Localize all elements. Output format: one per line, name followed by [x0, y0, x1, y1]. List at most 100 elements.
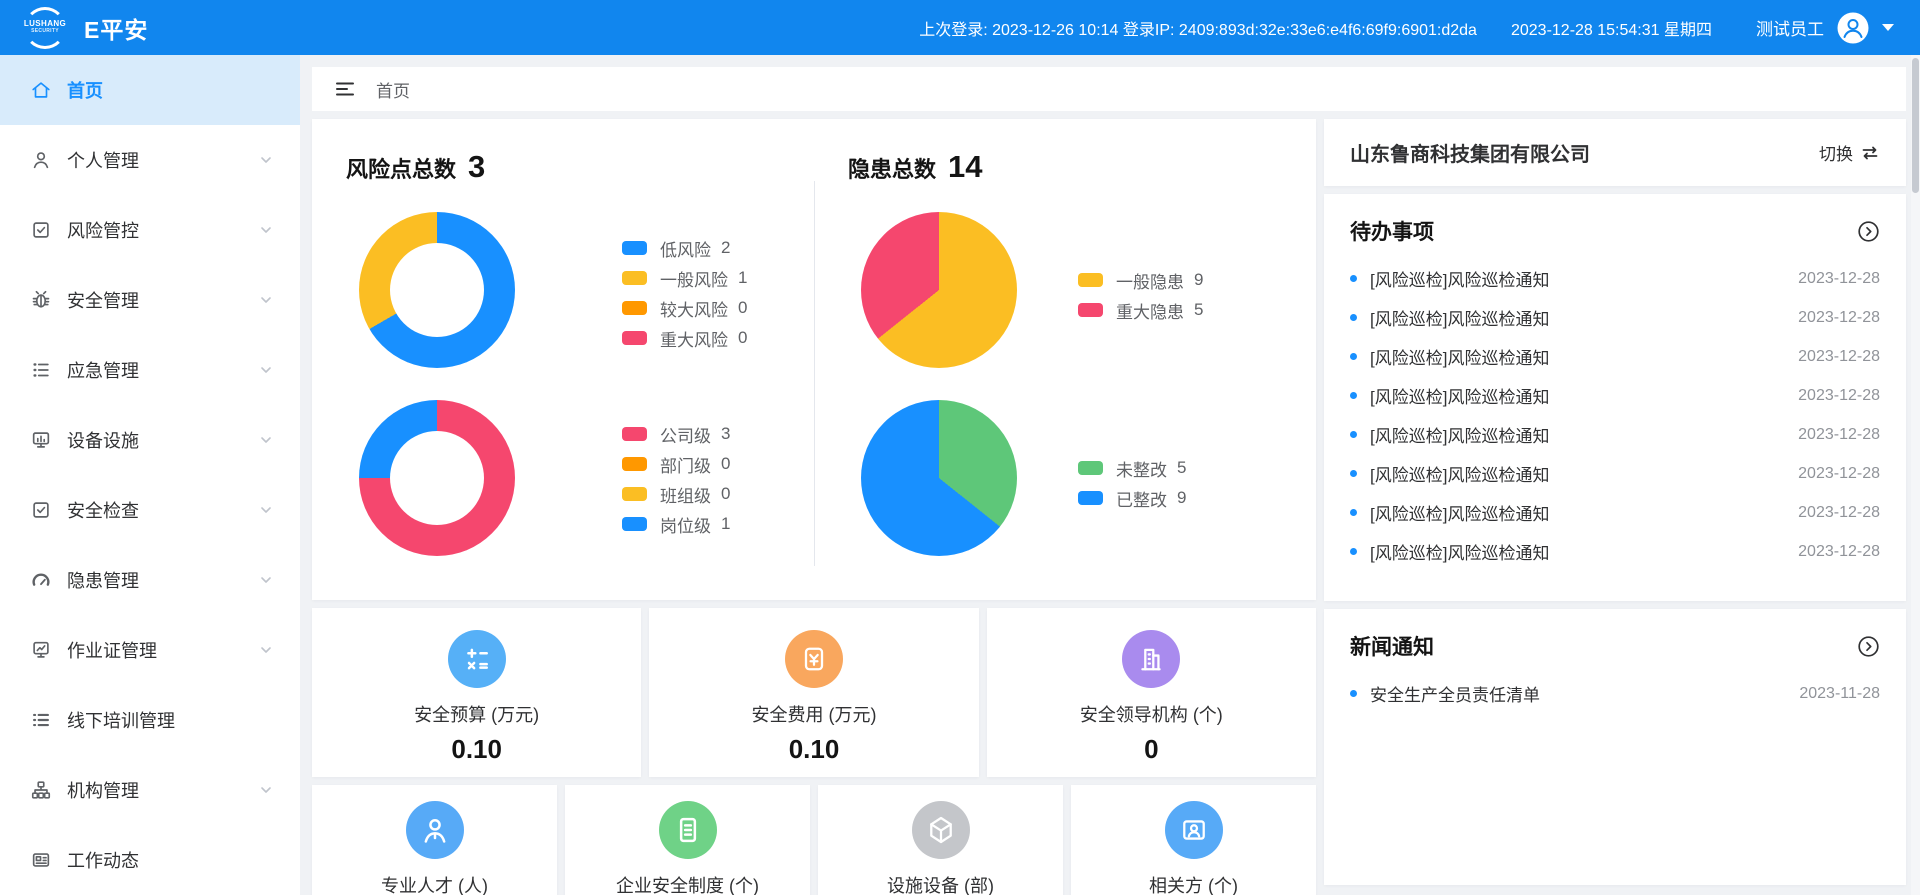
logo-line2: SECURITY	[31, 29, 59, 35]
legend-item[interactable]: 已整改9	[1078, 483, 1186, 513]
stat-label: 安全预算 (万元)	[312, 701, 641, 727]
legend-value: 1	[721, 514, 730, 534]
todo-item[interactable]: [风险巡检]风险巡检通知2023-12-28	[1350, 259, 1880, 298]
legend-item[interactable]: 班组级0	[622, 479, 730, 509]
legend-label: 已整改	[1116, 486, 1167, 511]
item-text: [风险巡检]风险巡检通知	[1370, 422, 1788, 447]
news-item[interactable]: 安全生产全员责任清单2023-11-28	[1350, 674, 1880, 713]
todo-item[interactable]: [风险巡检]风险巡检通知2023-12-28	[1350, 454, 1880, 493]
legend-item[interactable]: 低风险2	[622, 233, 747, 263]
todo-item[interactable]: [风险巡检]风险巡检通知2023-12-28	[1350, 337, 1880, 376]
risk-charts-panel: 风险点总数3 低风险2一般风险1较大风险0重大风险0 公司级3部门级0班组级0岗…	[312, 119, 814, 600]
app-root: LUSHANG SECURITY E平安 上次登录: 2023-12-26 10…	[0, 0, 1920, 895]
todo-item[interactable]: [风险巡检]风险巡检通知2023-12-28	[1350, 376, 1880, 415]
company-card: 山东鲁商科技集团有限公司 切换	[1324, 119, 1906, 186]
sidebar-item-offline-training-mgmt[interactable]: 线下培训管理	[0, 685, 300, 755]
sidebar-item-work-trends[interactable]: 工作动态	[0, 825, 300, 895]
sidebar-item-label: 机构管理	[67, 777, 258, 803]
legend-label: 未整改	[1116, 456, 1167, 481]
todo-item[interactable]: [风险巡检]风险巡检通知2023-12-28	[1350, 298, 1880, 337]
legend-value: 0	[738, 328, 747, 348]
risk-level-legend: 低风险2一般风险1较大风险0重大风险0	[622, 233, 747, 353]
calculator-icon	[448, 630, 506, 688]
hazard-total-title: 隐患总数14	[848, 149, 983, 185]
sidebar-item-label: 线下培训管理	[67, 707, 274, 733]
todo-item[interactable]: [风险巡检]风险巡检通知2023-12-28	[1350, 532, 1880, 571]
legend-item[interactable]: 较大风险0	[622, 293, 747, 323]
todo-item[interactable]: [风险巡检]风险巡检通知2023-12-28	[1350, 415, 1880, 454]
risk-grade-donut-chart	[359, 400, 515, 556]
legend-item[interactable]: 公司级3	[622, 419, 730, 449]
bullet-dot-icon	[1350, 509, 1357, 516]
sidebar-item-safety-check[interactable]: 安全检查	[0, 475, 300, 545]
user-menu[interactable]: 测试员工	[1756, 11, 1894, 45]
legend-item[interactable]: 未整改 5	[1078, 453, 1186, 483]
home-icon	[30, 79, 52, 101]
legend-label: 部门级	[660, 452, 711, 477]
org-icon	[30, 779, 52, 801]
news-more-arrow-icon[interactable]	[1857, 635, 1880, 658]
sidebar-item-home[interactable]: 首页	[0, 55, 300, 125]
person-icon	[30, 149, 52, 171]
chevron-down-icon	[258, 432, 274, 448]
page-scrollbar-thumb[interactable]	[1912, 58, 1919, 193]
building-icon	[1122, 630, 1180, 688]
sidebar-item-risk-control[interactable]: 风险管控	[0, 195, 300, 265]
checklist-icon	[30, 219, 52, 241]
legend-swatch	[622, 427, 647, 441]
sidebar-item-equipment-facility[interactable]: 设备设施	[0, 405, 300, 475]
hazard-level-pie-chart	[861, 212, 1017, 368]
chevron-down-icon	[258, 222, 274, 238]
legend-label: 重大隐患	[1116, 298, 1184, 323]
risk-grade-legend: 公司级3 部门级 0 班组级0 岗位级 1	[622, 419, 730, 539]
sidebar-item-org-mgmt[interactable]: 机构管理	[0, 755, 300, 825]
todo-more-arrow-icon[interactable]	[1857, 220, 1880, 243]
legend-swatch	[622, 271, 647, 285]
hazard-total-value: 14	[948, 149, 982, 184]
sidebar-item-label: 首页	[67, 77, 274, 103]
last-login-info: 上次登录: 2023-12-26 10:14 登录IP: 2409:893d:3…	[919, 16, 1477, 40]
switch-company-button[interactable]: 切换	[1819, 140, 1880, 165]
legend-label: 较大风险	[660, 296, 728, 321]
sidebar-item-label: 安全管理	[67, 287, 258, 313]
avatar-icon[interactable]	[1836, 11, 1870, 45]
talent-icon	[406, 801, 464, 859]
legend-swatch	[622, 241, 647, 255]
page-scrollbar-track[interactable]	[1911, 55, 1920, 895]
legend-label: 班组级	[660, 482, 711, 507]
legend-label: 岗位级	[660, 512, 711, 537]
sidebar-item-safety-mgmt[interactable]: 安全管理	[0, 265, 300, 335]
sidebar-item-personal-mgmt[interactable]: 个人管理	[0, 125, 300, 195]
stat-card: 安全领导机构 (个)0	[987, 608, 1316, 777]
legend-value: 5	[1177, 458, 1186, 478]
sidebar-item-work-permit-mgmt[interactable]: 作业证管理	[0, 615, 300, 685]
item-date: 2023-12-28	[1798, 309, 1880, 327]
breadcrumb[interactable]: 首页	[376, 77, 410, 102]
legend-item[interactable]: 一般隐患9	[1078, 265, 1203, 295]
sidebar-item-emergency-mgmt[interactable]: 应急管理	[0, 335, 300, 405]
menu-fold-icon[interactable]	[334, 78, 356, 100]
breadcrumb-bar: 首页	[312, 67, 1906, 111]
legend-item[interactable]: 重大风险0	[622, 323, 747, 353]
item-date: 2023-12-28	[1798, 543, 1880, 561]
legend-item[interactable]: 一般风险1	[622, 263, 747, 293]
gauge-icon	[30, 569, 52, 591]
document-icon	[659, 801, 717, 859]
bullet-dot-icon	[1350, 548, 1357, 555]
chevron-down-icon	[258, 782, 274, 798]
legend-value: 0	[721, 454, 730, 474]
legend-item[interactable]: 重大隐患5	[1078, 295, 1203, 325]
legend-item[interactable]: 部门级 0	[622, 449, 730, 479]
todo-item[interactable]: [风险巡检]风险巡检通知2023-12-28	[1350, 493, 1880, 532]
item-text: [风险巡检]风险巡检通知	[1370, 344, 1788, 369]
legend-label: 一般风险	[660, 266, 728, 291]
stat-card: 安全预算 (万元)0.10	[312, 608, 641, 777]
news-list: 安全生产全员责任清单2023-11-28	[1350, 674, 1880, 713]
hazard-status-pie-chart	[861, 400, 1017, 556]
caret-down-icon[interactable]	[1882, 24, 1894, 31]
stat-label: 专业人才 (人)	[312, 872, 557, 895]
left-column: 风险点总数3 低风险2一般风险1较大风险0重大风险0 公司级3部门级0班组级0岗…	[312, 119, 1316, 895]
chevron-down-icon	[258, 152, 274, 168]
sidebar-item-hazard-mgmt[interactable]: 隐患管理	[0, 545, 300, 615]
legend-item[interactable]: 岗位级 1	[622, 509, 730, 539]
